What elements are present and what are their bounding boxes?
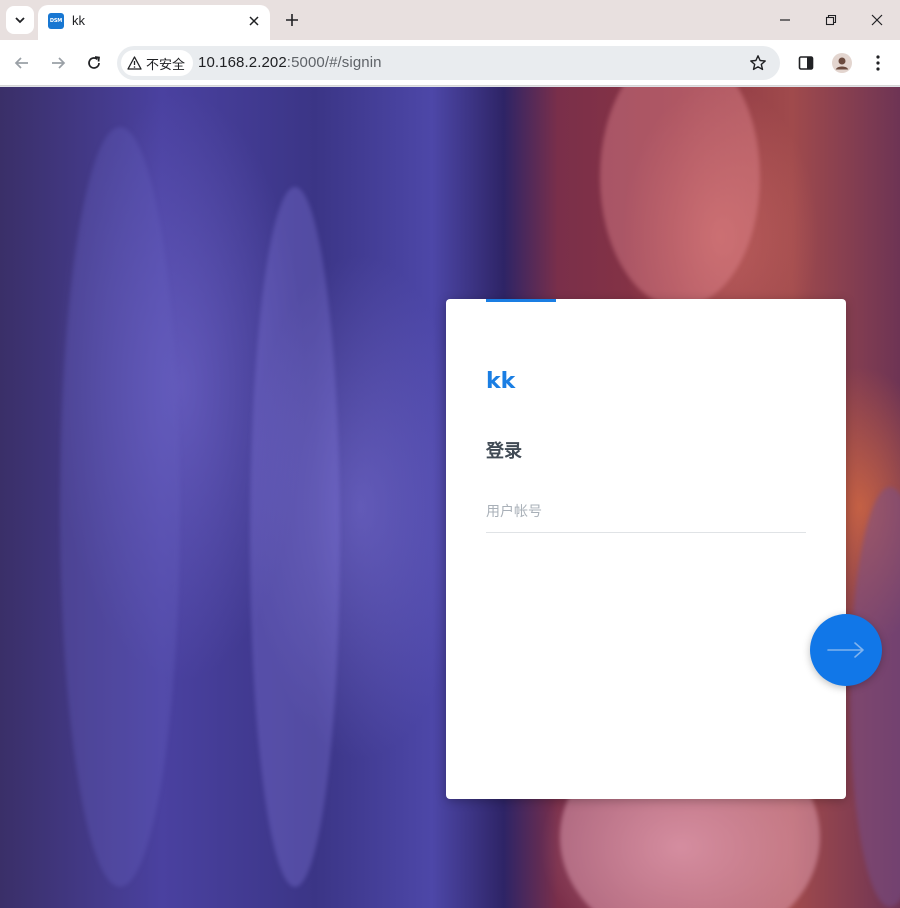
profile-button[interactable] — [828, 49, 856, 77]
login-card: kk 登录 — [446, 299, 846, 799]
security-indicator[interactable]: 不安全 — [121, 50, 194, 76]
login-heading: 登录 — [486, 441, 522, 462]
close-icon — [249, 16, 259, 26]
warning-icon — [127, 56, 142, 70]
dsm-favicon-icon: DSM — [48, 13, 64, 29]
reload-button[interactable] — [80, 49, 108, 77]
arrow-right-icon — [52, 57, 66, 69]
new-tab-button[interactable] — [281, 9, 303, 31]
active-tab[interactable]: DSM kk — [38, 5, 270, 40]
arrow-left-icon — [14, 57, 28, 69]
window-close-button[interactable] — [854, 0, 900, 40]
background-texture — [850, 487, 900, 907]
server-name: kk — [486, 369, 516, 394]
avatar-icon — [832, 53, 852, 73]
arrow-right-icon — [827, 642, 864, 658]
background-texture — [600, 87, 760, 307]
chevron-down-icon — [15, 17, 25, 24]
background-texture — [60, 127, 180, 887]
bookmark-button[interactable] — [748, 53, 768, 73]
security-label: 不安全 — [146, 56, 186, 72]
address-bar[interactable]: 不安全 10.168.2.202:5000/#/signin — [117, 46, 780, 80]
side-panel-icon — [798, 56, 814, 70]
tab-title: kk — [72, 13, 85, 28]
close-icon — [871, 14, 883, 26]
window-restore-button[interactable] — [808, 0, 854, 40]
browser-toolbar: 不安全 10.168.2.202:5000/#/signin — [0, 40, 900, 86]
forward-button[interactable] — [44, 49, 72, 77]
username-input[interactable] — [486, 491, 806, 533]
url-path: :5000/#/signin — [286, 54, 382, 71]
url-host: 10.168.2.202 — [198, 54, 287, 71]
background-texture — [250, 187, 340, 887]
back-button[interactable] — [8, 49, 36, 77]
tab-close-button[interactable] — [244, 11, 264, 31]
restore-icon — [825, 14, 837, 26]
reload-icon — [88, 56, 100, 69]
next-button[interactable] — [810, 614, 882, 686]
side-panel-button[interactable] — [792, 49, 820, 77]
menu-button[interactable] — [864, 49, 892, 77]
url-text[interactable]: 10.168.2.202:5000/#/signin — [198, 54, 382, 71]
plus-icon — [286, 14, 298, 26]
window-minimize-button[interactable] — [762, 0, 808, 40]
tab-search-button[interactable] — [6, 6, 34, 34]
more-vertical-icon — [876, 55, 880, 71]
card-accent-bar — [486, 299, 556, 302]
tab-strip: DSM kk — [0, 0, 900, 40]
minimize-icon — [780, 19, 790, 21]
star-icon — [750, 55, 766, 71]
